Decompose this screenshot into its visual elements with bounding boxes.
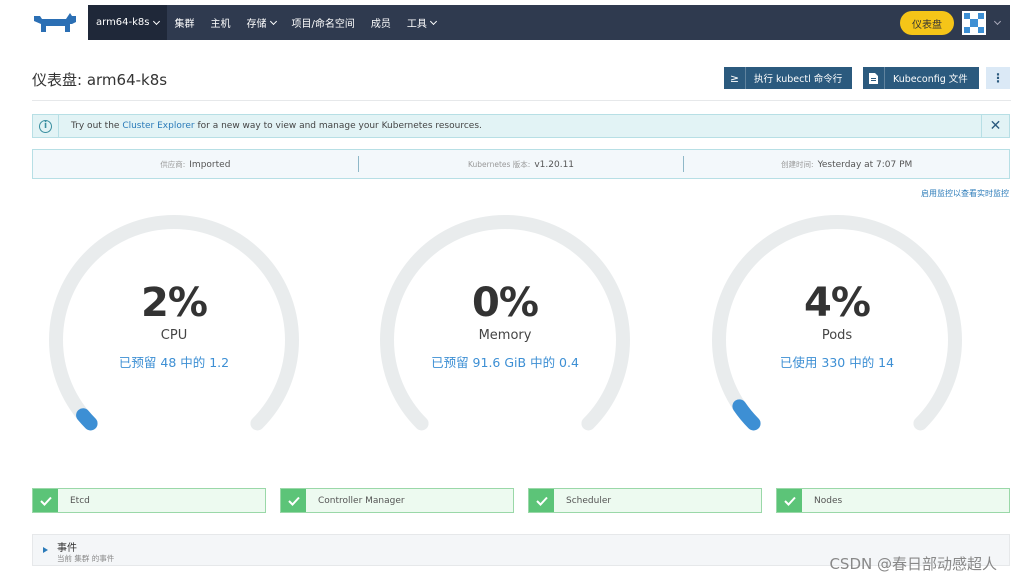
- status-scheduler: Scheduler: [528, 488, 762, 513]
- gauge-percent: 0%: [472, 280, 539, 326]
- nav-item-members[interactable]: 成员: [363, 5, 399, 40]
- cluster-name: arm64-k8s: [96, 17, 150, 28]
- k8s-version-label: Kubernetes 版本:: [467, 159, 531, 169]
- cpu-gauge: 2% CPU 已预留 48 中的 1.2: [43, 208, 305, 438]
- file-icon: [863, 67, 885, 89]
- cluster-switcher[interactable]: arm64-k8s: [88, 5, 167, 40]
- nav-item-storage[interactable]: 存储: [239, 5, 284, 40]
- provider-value: Imported: [189, 159, 231, 170]
- chevron-down-icon: [152, 17, 160, 25]
- watermark-text: CSDN @春日部动感超人: [829, 555, 997, 573]
- page-title: 仪表盘: arm64-k8s: [32, 71, 168, 89]
- info-icon: i: [39, 119, 52, 133]
- chevron-down-icon: [429, 17, 437, 25]
- gauge-name: Pods: [821, 328, 853, 343]
- check-icon: [529, 489, 554, 512]
- nav-label: 项目/命名空间: [291, 19, 355, 30]
- nav-label: 存储: [246, 19, 267, 30]
- kubernetes-version-info: Kubernetes 版本: v1.20.11: [359, 159, 684, 170]
- check-icon: [281, 489, 306, 512]
- banner-prefix: Try out the: [71, 121, 120, 131]
- button-label: 执行 kubectl 命令行: [754, 74, 843, 85]
- status-controller-manager: Controller Manager: [280, 488, 514, 513]
- rancher-logo-icon[interactable]: [32, 10, 78, 36]
- gauge-percent: 4%: [804, 280, 871, 326]
- status-label: Scheduler: [566, 495, 612, 506]
- nav-label: 成员: [370, 19, 391, 30]
- cluster-explorer-banner: i Try out the Cluster Explorer for a new…: [32, 114, 1010, 138]
- provider-info: 供应商: Imported: [33, 159, 358, 170]
- user-avatar-icon[interactable]: [962, 11, 986, 35]
- nav-item-projects[interactable]: 项目/命名空间: [284, 5, 363, 40]
- events-title: 事件: [57, 543, 77, 554]
- nav-label: 工具: [406, 19, 427, 30]
- gauge-value-arc: [732, 399, 761, 431]
- cluster-dashboard-page: arm64-k8s 集群 主机 存储 项目/命名空间 成员 工具 仪表盘 仪表盘…: [0, 0, 1011, 582]
- memory-gauge: 0% Memory 已预留 91.6 GiB 中的 0.4: [374, 208, 636, 438]
- provider-label: 供应商:: [160, 159, 186, 169]
- created-value: Yesterday at 7:07 PM: [817, 159, 913, 170]
- pods-gauge: 4% Pods 已使用 330 中的 14: [706, 208, 968, 438]
- kubeconfig-file-button[interactable]: Kubeconfig 文件: [863, 67, 979, 89]
- status-label: Nodes: [814, 495, 843, 506]
- k8s-version-value: v1.20.11: [534, 159, 575, 170]
- banner-text: Try out the Cluster Explorer for a new w…: [59, 121, 482, 131]
- gauge-name: Memory: [478, 328, 532, 343]
- expand-arrow-icon[interactable]: [43, 547, 48, 553]
- status-label: Controller Manager: [318, 495, 405, 506]
- top-nav-bar: arm64-k8s 集群 主机 存储 项目/命名空间 成员 工具 仪表盘: [88, 5, 1010, 40]
- status-etcd: Etcd: [32, 488, 266, 513]
- gauge-percent: 2%: [141, 280, 208, 326]
- chevron-down-icon: [269, 17, 277, 25]
- events-subtitle: 当前 集群 的事件: [57, 554, 115, 563]
- gauge-name: CPU: [160, 328, 188, 343]
- check-icon: [33, 489, 58, 512]
- nav-label: 主机: [210, 19, 231, 30]
- cluster-info-bar: 供应商: Imported Kubernetes 版本: v1.20.11 创建时间…: [32, 149, 1010, 179]
- close-icon[interactable]: ✕: [981, 115, 1009, 137]
- nav-label: 集群: [174, 19, 195, 30]
- kubectl-shell-button[interactable]: ≥ 执行 kubectl 命令行: [724, 67, 852, 89]
- banner-suffix: for a new way to view and manage your Ku…: [197, 121, 482, 131]
- button-label: Kubeconfig 文件: [893, 74, 968, 85]
- info-icon-cell: i: [33, 115, 59, 137]
- gauge-subtitle: 已使用 330 中的 14: [779, 355, 895, 370]
- nav-item-hosts[interactable]: 主机: [203, 5, 239, 40]
- check-icon: [777, 489, 802, 512]
- gauge-subtitle: 已预留 48 中的 1.2: [118, 355, 230, 370]
- chevron-down-icon[interactable]: [993, 17, 1002, 26]
- terminal-icon: ≥: [724, 67, 746, 89]
- nav-item-cluster[interactable]: 集群: [167, 5, 203, 40]
- status-nodes: Nodes: [776, 488, 1010, 513]
- enable-monitoring-link[interactable]: 启用监控以查看实时监控: [921, 188, 1009, 199]
- cluster-explorer-link[interactable]: Cluster Explorer: [122, 121, 194, 131]
- gauge-subtitle: 已预留 91.6 GiB 中的 0.4: [431, 355, 579, 370]
- header-divider: [32, 100, 1011, 101]
- more-actions-button[interactable]: ⋮: [986, 67, 1010, 89]
- gauge-value-arc: [76, 408, 98, 431]
- nav-item-tools[interactable]: 工具: [399, 5, 444, 40]
- created-info: 创建时间: Yesterday at 7:07 PM: [684, 159, 1009, 170]
- dashboard-pill-button[interactable]: 仪表盘: [900, 11, 954, 35]
- created-label: 创建时间:: [781, 159, 814, 169]
- status-label: Etcd: [70, 495, 90, 506]
